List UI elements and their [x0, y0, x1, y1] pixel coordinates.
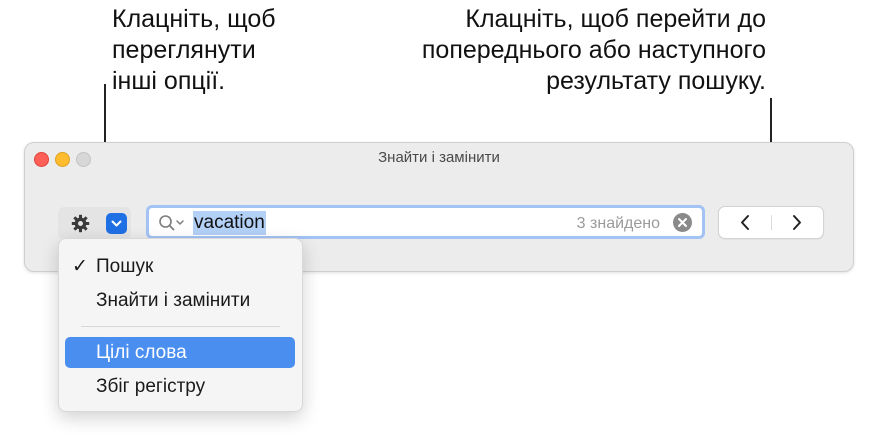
options-menu: ✓ Пошук Знайти і замінити Цілі слова Збі…: [58, 238, 303, 412]
menu-item-label: Знайти і замінити: [96, 290, 251, 311]
clear-x-icon: [678, 218, 687, 227]
navigation-callout: Клацніть, щоб перейти до попереднього аб…: [346, 4, 766, 97]
options-callout-line: Клацніть, щоб: [112, 5, 276, 33]
checkmark-icon: ✓: [72, 256, 88, 277]
result-count: 3 знайдено: [576, 215, 660, 232]
menu-item-find-replace[interactable]: Знайти і замінити: [65, 285, 295, 316]
window-title: Знайти і замінити: [378, 149, 500, 166]
clear-search-button[interactable]: [673, 213, 692, 232]
next-result-button[interactable]: [771, 207, 823, 238]
menu-item-label: Цілі слова: [96, 342, 187, 363]
chevron-left-icon: [741, 215, 749, 230]
chevron-right-icon: [793, 215, 801, 230]
menu-separator: [81, 326, 280, 327]
menu-item-label: Збіг регістру: [96, 376, 206, 397]
search-query-text[interactable]: vacation: [193, 211, 266, 235]
menu-item-whole-words[interactable]: Цілі слова: [65, 337, 295, 368]
magnifying-glass-icon[interactable]: [158, 214, 188, 232]
options-menu-toggle[interactable]: [106, 213, 127, 234]
navigation-callout-line: результату пошуку.: [546, 67, 766, 95]
result-navigation: [718, 206, 824, 239]
navigation-callout-line: попереднього або наступного: [421, 36, 766, 64]
chevron-down-icon: [111, 220, 122, 227]
menu-item-match-case[interactable]: Збіг регістру: [65, 371, 295, 402]
navigation-callout-line: Клацніть, щоб перейти до: [465, 5, 766, 33]
options-callout-line: переглянути: [112, 36, 256, 64]
menu-item-find[interactable]: ✓ Пошук: [65, 251, 295, 282]
gear-icon: [71, 214, 90, 233]
options-button[interactable]: [58, 207, 131, 239]
previous-result-button[interactable]: [719, 207, 771, 238]
menu-item-label: Пошук: [96, 256, 154, 277]
options-callout: Клацніть, щоб переглянути інші опції.: [112, 4, 372, 97]
options-callout-line: інші опції.: [112, 67, 226, 95]
search-input[interactable]: vacation 3 знайдено: [146, 205, 705, 239]
